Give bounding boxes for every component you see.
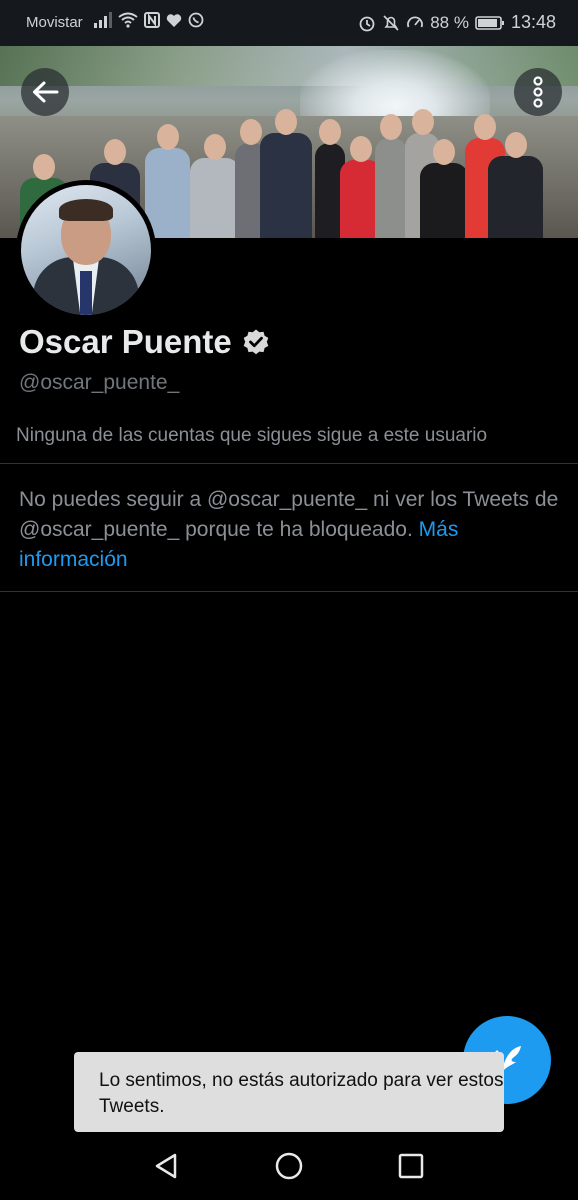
divider <box>0 463 578 464</box>
battery-percent: 88 % <box>430 12 469 32</box>
avatar-photo <box>21 185 151 315</box>
clock: 13:48 <box>510 12 556 32</box>
nav-home-button[interactable] <box>267 1146 311 1186</box>
whatsapp-icon <box>188 12 204 28</box>
circle-home-icon <box>275 1152 303 1180</box>
arrow-left-icon <box>33 81 59 103</box>
triangle-back-icon <box>155 1153 177 1179</box>
heart-icon <box>166 13 182 27</box>
profile-name: Oscar Puente <box>19 323 232 360</box>
back-button[interactable] <box>21 68 69 116</box>
profile-avatar[interactable] <box>16 180 156 320</box>
error-toast: Lo sentimos, no estás autorizado para ve… <box>74 1052 504 1132</box>
mute-bell-icon <box>383 14 399 31</box>
nav-back-button[interactable] <box>144 1146 188 1186</box>
signal-icon <box>94 12 112 28</box>
status-bar: Movistar 88 % 13:48 <box>0 0 578 46</box>
verified-badge-icon <box>243 329 269 355</box>
status-icons-left <box>94 12 204 28</box>
status-icons-right: 88 % 13:48 <box>358 12 556 33</box>
profile-handle: @oscar_puente_ <box>19 371 180 394</box>
square-recents-icon <box>398 1153 424 1179</box>
battery-icon <box>475 15 504 30</box>
nav-recents-button[interactable] <box>389 1146 433 1186</box>
followers-you-know-note: Ninguna de las cuentas que sigues sigue … <box>16 425 488 446</box>
nfc-icon <box>144 12 160 28</box>
carrier-name: Movistar <box>26 14 83 31</box>
more-options-button[interactable] <box>514 68 562 116</box>
blocked-notice: No puedes seguir a @oscar_puente_ ni ver… <box>19 485 564 575</box>
profile-name-row: Oscar Puente <box>19 323 270 361</box>
alarm-icon <box>359 16 375 31</box>
wifi-icon <box>118 12 138 28</box>
vertical-dots-icon <box>533 76 543 108</box>
banner-background <box>0 46 578 86</box>
blocked-notice-text: No puedes seguir a @oscar_puente_ ni ver… <box>19 488 559 541</box>
speed-gauge-icon <box>407 16 424 27</box>
system-navigation-bar <box>0 1132 578 1200</box>
banner-fountain <box>300 50 490 120</box>
divider <box>0 591 578 592</box>
